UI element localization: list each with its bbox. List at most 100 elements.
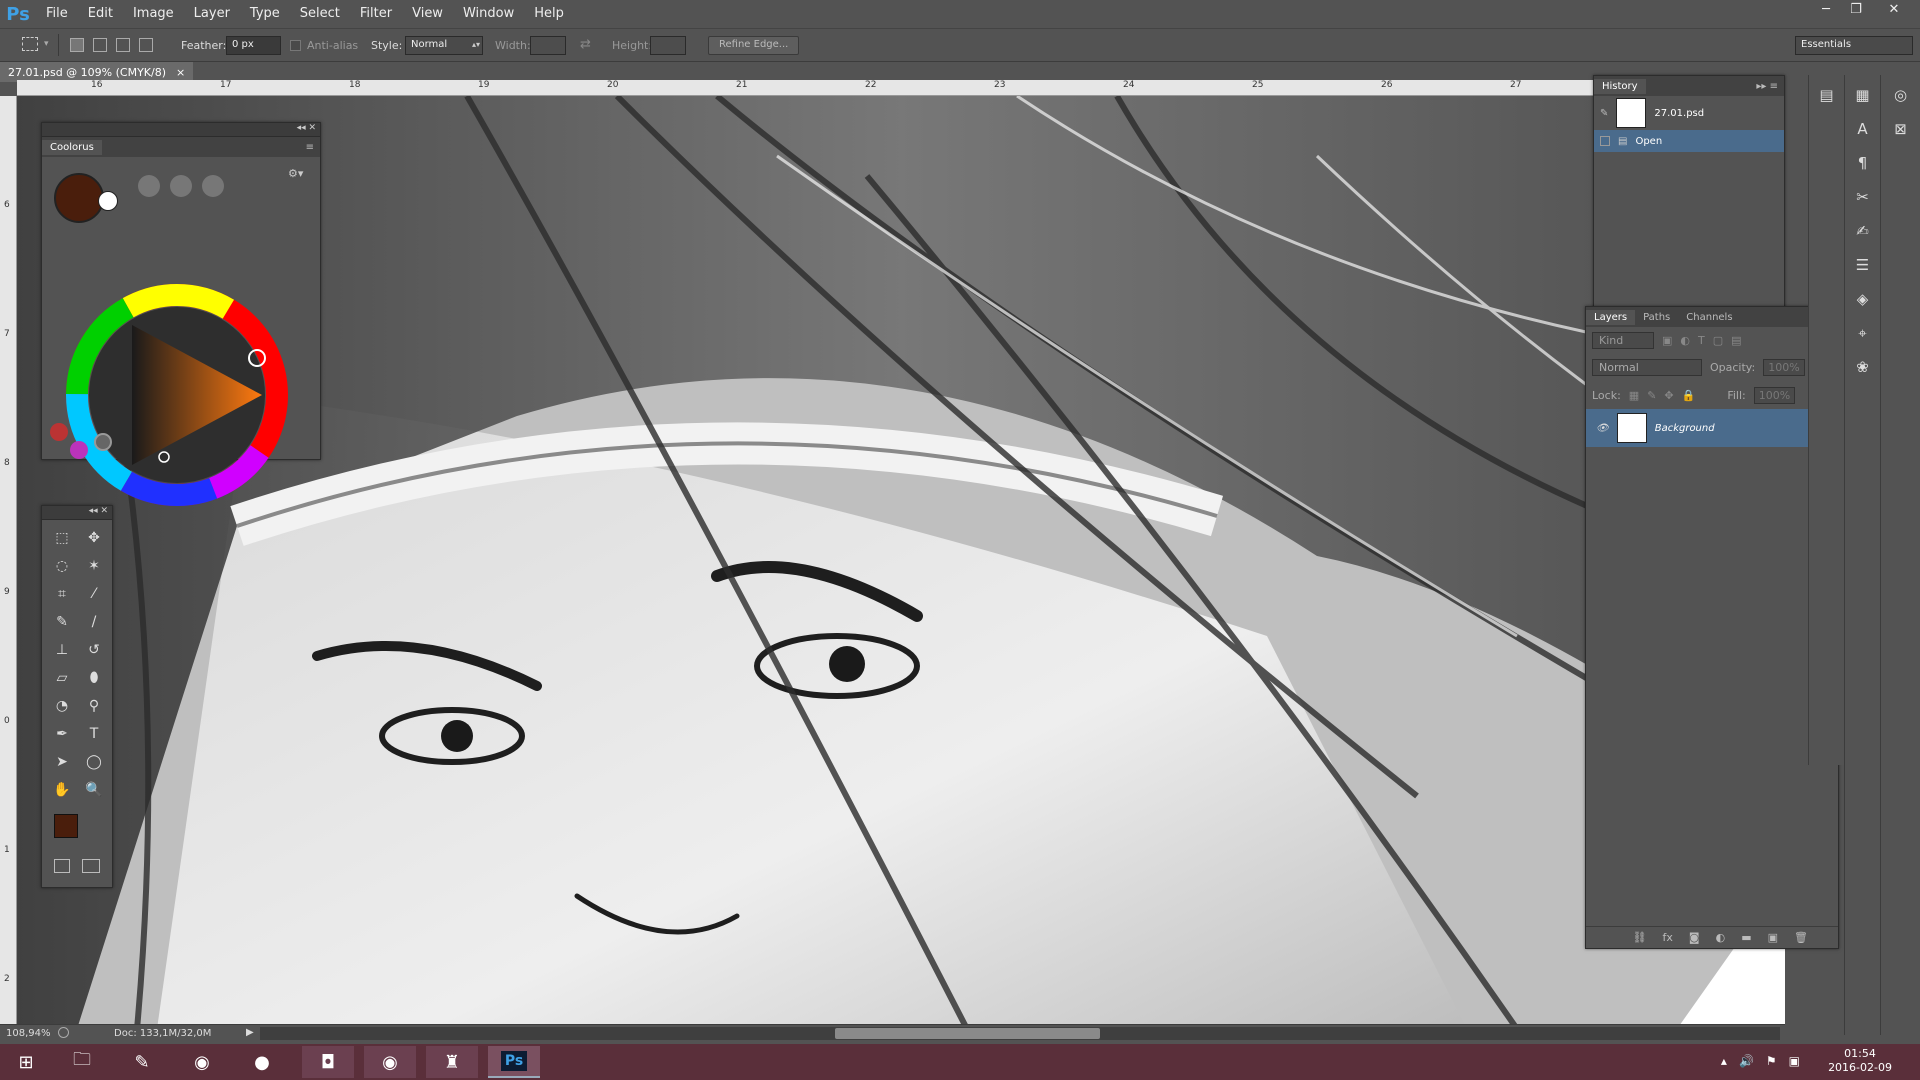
mode-icon[interactable] bbox=[170, 175, 192, 197]
zoom-level[interactable]: 108,94% bbox=[6, 1028, 51, 1039]
mode-icon[interactable] bbox=[138, 175, 160, 197]
chevron-down-icon[interactable]: ▾ bbox=[44, 39, 49, 49]
menu-window[interactable]: Window bbox=[453, 0, 524, 28]
navigator-icon[interactable]: ◎ bbox=[1887, 81, 1915, 109]
stamp-icon[interactable]: ⊥ bbox=[50, 638, 74, 662]
foreground-color-swatch[interactable] bbox=[54, 173, 104, 223]
properties-icon[interactable]: ▦ bbox=[1849, 81, 1877, 109]
filter-type-icon[interactable]: T bbox=[1698, 334, 1705, 347]
taskbar-clock[interactable]: 01:54 2016-02-09 bbox=[1828, 1047, 1892, 1075]
magic-wand-icon[interactable]: ✶ bbox=[82, 554, 106, 578]
menu-file[interactable]: File bbox=[36, 0, 78, 28]
menu-filter[interactable]: Filter bbox=[350, 0, 402, 28]
ellipse-icon[interactable]: ◯ bbox=[82, 750, 106, 774]
volume-icon[interactable]: 🔊 bbox=[1739, 1054, 1754, 1068]
brush-icon[interactable]: / bbox=[82, 610, 106, 634]
minimize-button[interactable]: ─ bbox=[1812, 0, 1840, 18]
world-of-tanks-icon[interactable]: ♜ bbox=[426, 1046, 478, 1078]
close-tab-icon[interactable]: × bbox=[176, 66, 185, 79]
screen-mode-icon[interactable] bbox=[82, 859, 100, 873]
firefox-icon[interactable]: ● bbox=[236, 1046, 288, 1078]
refine-edge-button[interactable]: Refine Edge... bbox=[708, 36, 800, 55]
filter-smart-icon[interactable]: ▤ bbox=[1731, 334, 1741, 347]
add-selection-icon[interactable] bbox=[93, 38, 107, 52]
history-panel-icon[interactable]: ▤ bbox=[1813, 81, 1841, 109]
adjustments-icon[interactable]: ☰ bbox=[1849, 251, 1877, 279]
tool-presets-icon[interactable]: ✂ bbox=[1849, 183, 1877, 211]
file-explorer-icon[interactable]: 🗀 bbox=[56, 1046, 108, 1078]
restore-button[interactable]: ❐ bbox=[1842, 0, 1870, 18]
zoom-icon[interactable]: 🔍 bbox=[82, 778, 106, 802]
tab-layers[interactable]: Layers bbox=[1586, 309, 1636, 325]
tab-paths[interactable]: Paths bbox=[1635, 310, 1678, 325]
eyedropper-icon[interactable]: ⁄ bbox=[82, 582, 106, 606]
eraser-icon[interactable]: ▱ bbox=[50, 666, 74, 690]
background-color-swatch[interactable] bbox=[98, 191, 118, 211]
crop-icon[interactable]: ⌗ bbox=[50, 582, 74, 606]
layer-style-icon[interactable]: fx bbox=[1663, 931, 1673, 944]
panel-menu-icon[interactable]: ≡ bbox=[306, 142, 320, 153]
palette-icon[interactable] bbox=[50, 423, 68, 441]
network-icon[interactable]: ▣ bbox=[1789, 1054, 1800, 1068]
history-snapshot[interactable]: ✎ 27.01.psd bbox=[1594, 96, 1784, 130]
palette-icon[interactable] bbox=[70, 441, 88, 459]
paint-bucket-icon[interactable]: ⬮ bbox=[82, 666, 106, 690]
mode-icon[interactable] bbox=[202, 175, 224, 197]
paragraph-icon[interactable]: ¶ bbox=[1849, 149, 1877, 177]
pen-icon[interactable]: ✒ bbox=[50, 722, 74, 746]
menu-edit[interactable]: Edit bbox=[78, 0, 123, 28]
tray-arrow-icon[interactable]: ▴ bbox=[1721, 1054, 1727, 1068]
tab-coolorus[interactable]: Coolorus bbox=[42, 139, 102, 155]
marquee-preset-icon[interactable] bbox=[22, 37, 38, 51]
pen-app-icon[interactable]: ✎ bbox=[116, 1046, 168, 1078]
menu-layer[interactable]: Layer bbox=[184, 0, 240, 28]
type-icon[interactable]: T bbox=[82, 722, 106, 746]
layer-row[interactable]: 👁 Background 🔒 bbox=[1586, 409, 1838, 447]
lasso-icon[interactable]: ◌ bbox=[50, 554, 74, 578]
tab-history[interactable]: History bbox=[1594, 78, 1646, 94]
chrome-icon[interactable]: ◉ bbox=[364, 1046, 416, 1078]
media-app-icon[interactable]: ◘ bbox=[302, 1046, 354, 1078]
panel-menu-icon[interactable]: ▸▸ ≡ bbox=[1756, 81, 1784, 92]
paths-icon[interactable]: ⌖ bbox=[1849, 319, 1877, 347]
layer-name[interactable]: Background bbox=[1655, 423, 1715, 434]
hand-icon[interactable]: ✋ bbox=[50, 778, 74, 802]
layers-panel-icon[interactable]: ◈ bbox=[1849, 285, 1877, 313]
new-layer-icon[interactable]: ▣ bbox=[1768, 931, 1778, 944]
subtract-selection-icon[interactable] bbox=[116, 38, 130, 52]
play-icon[interactable]: ▶ bbox=[246, 1027, 254, 1038]
feather-input[interactable]: 0 px bbox=[226, 36, 281, 55]
lock-all-icon[interactable]: 🔒 bbox=[1682, 389, 1696, 402]
status-info-icon[interactable] bbox=[58, 1027, 69, 1038]
quick-mask-icon[interactable] bbox=[54, 859, 70, 873]
new-group-icon[interactable]: ▬ bbox=[1741, 931, 1751, 944]
kind-filter-select[interactable]: Kind bbox=[1592, 331, 1654, 349]
photoshop-taskbar-button[interactable]: Ps bbox=[488, 1046, 540, 1078]
info-icon[interactable]: ⊠ bbox=[1887, 115, 1915, 143]
grayscale-icon[interactable] bbox=[94, 433, 112, 451]
filter-pixel-icon[interactable]: ▣ bbox=[1662, 334, 1672, 347]
delete-layer-icon[interactable]: 🗑 bbox=[1794, 931, 1808, 944]
flag-icon[interactable]: ⚑ bbox=[1766, 1054, 1777, 1068]
chrome-icon[interactable]: ◉ bbox=[176, 1046, 228, 1078]
filter-shape-icon[interactable]: ▢ bbox=[1713, 334, 1723, 347]
antialias-checkbox[interactable] bbox=[290, 40, 301, 51]
rectangular-marquee-icon[interactable]: ⬚ bbox=[50, 526, 74, 550]
height-input[interactable] bbox=[650, 36, 686, 55]
blur-icon[interactable]: ◔ bbox=[50, 694, 74, 718]
menu-help[interactable]: Help bbox=[524, 0, 574, 28]
menu-view[interactable]: View bbox=[402, 0, 453, 28]
history-step[interactable]: ▤ Open bbox=[1594, 130, 1784, 152]
adjustment-layer-icon[interactable]: ◐ bbox=[1716, 931, 1726, 944]
menu-select[interactable]: Select bbox=[290, 0, 350, 28]
filter-adjust-icon[interactable]: ◐ bbox=[1680, 334, 1690, 347]
add-mask-icon[interactable]: ◙ bbox=[1689, 931, 1700, 944]
collapse-icon[interactable]: ◂◂ ✕ bbox=[297, 123, 316, 133]
lock-transparent-icon[interactable]: ▦ bbox=[1629, 389, 1639, 402]
menu-type[interactable]: Type bbox=[240, 0, 290, 28]
new-selection-icon[interactable] bbox=[70, 38, 84, 52]
close-button[interactable]: ✕ bbox=[1880, 0, 1908, 18]
swap-icon[interactable]: ⇄ bbox=[580, 37, 591, 52]
healing-brush-icon[interactable]: ✎ bbox=[50, 610, 74, 634]
workspace-select[interactable]: Essentials bbox=[1795, 36, 1913, 55]
